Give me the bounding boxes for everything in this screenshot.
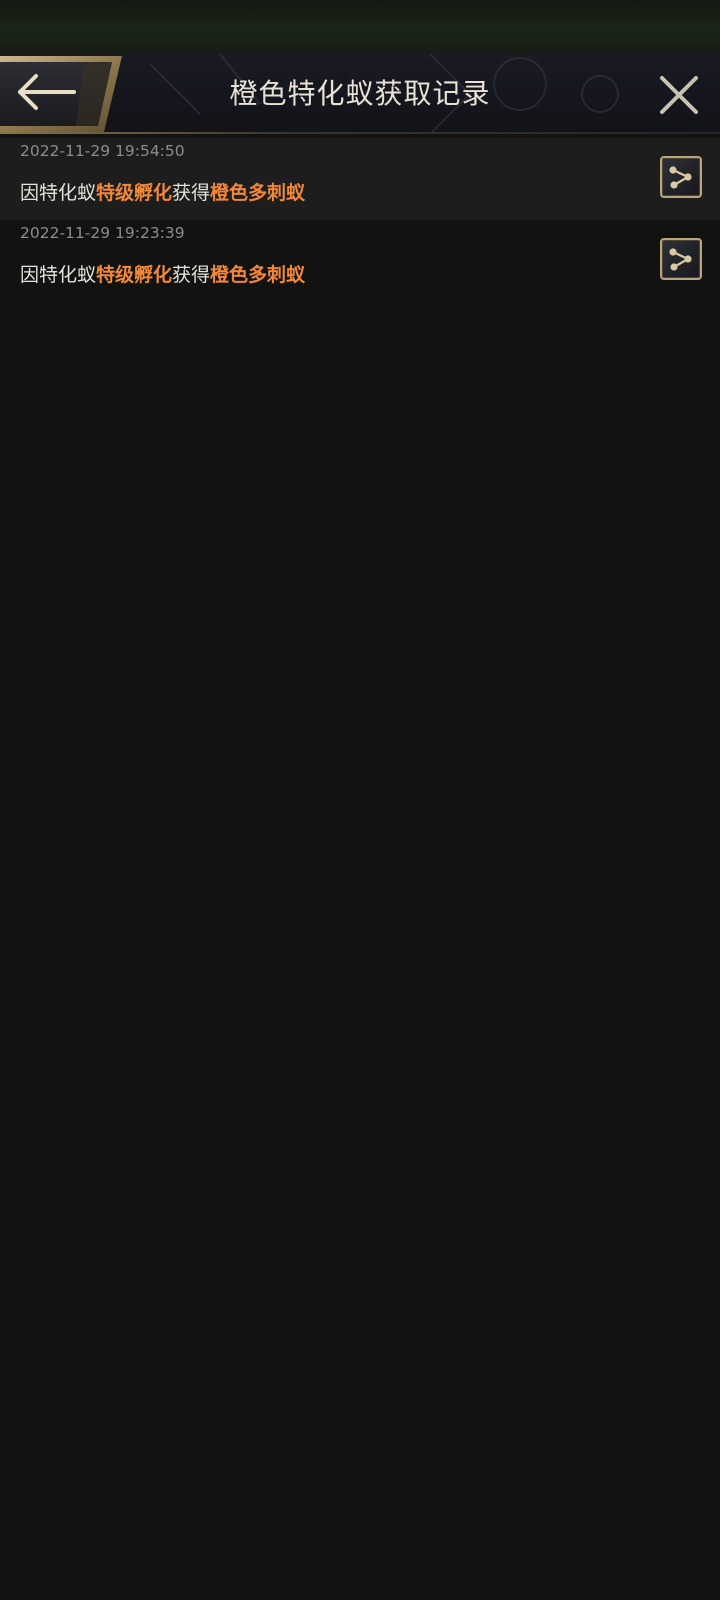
record-list: 2022-11-29 19:54:50 因特化蚁特级孵化获得橙色多刺蚁 2022… [0, 138, 720, 302]
share-button[interactable] [660, 156, 702, 198]
arrow-left-icon [0, 56, 122, 132]
record-description: 因特化蚁特级孵化获得橙色多刺蚁 [20, 260, 305, 287]
close-button[interactable] [656, 72, 702, 118]
share-button[interactable] [660, 238, 702, 280]
close-icon [660, 76, 698, 114]
record-verb: 获得 [172, 182, 211, 204]
list-item: 2022-11-29 19:23:39 因特化蚁特级孵化获得橙色多刺蚁 [0, 220, 720, 302]
record-method: 特级孵化 [96, 264, 173, 286]
share-icon [669, 166, 692, 189]
header-divider [0, 132, 720, 134]
share-icon [669, 248, 692, 271]
page-title: 橙色特化蚁获取记录 [229, 77, 491, 110]
record-item: 橙色多刺蚁 [210, 264, 306, 286]
record-timestamp: 2022-11-29 19:23:39 [20, 224, 185, 242]
header-bar: 橙色特化蚁获取记录 [0, 54, 720, 134]
record-method: 特级孵化 [96, 182, 173, 204]
record-item: 橙色多刺蚁 [210, 182, 306, 204]
list-item: 2022-11-29 19:54:50 因特化蚁特级孵化获得橙色多刺蚁 [0, 138, 720, 220]
screen: 橙色特化蚁获取记录 2022-11-29 19:54:50 因特化蚁特级孵化获得… [0, 0, 720, 1600]
record-description: 因特化蚁特级孵化获得橙色多刺蚁 [20, 178, 305, 205]
back-button[interactable] [0, 54, 126, 134]
record-timestamp: 2022-11-29 19:54:50 [20, 142, 185, 160]
record-verb: 获得 [172, 264, 211, 286]
record-prefix: 因特化蚁 [20, 182, 97, 204]
status-bar-area [0, 0, 720, 54]
record-prefix: 因特化蚁 [20, 264, 97, 286]
